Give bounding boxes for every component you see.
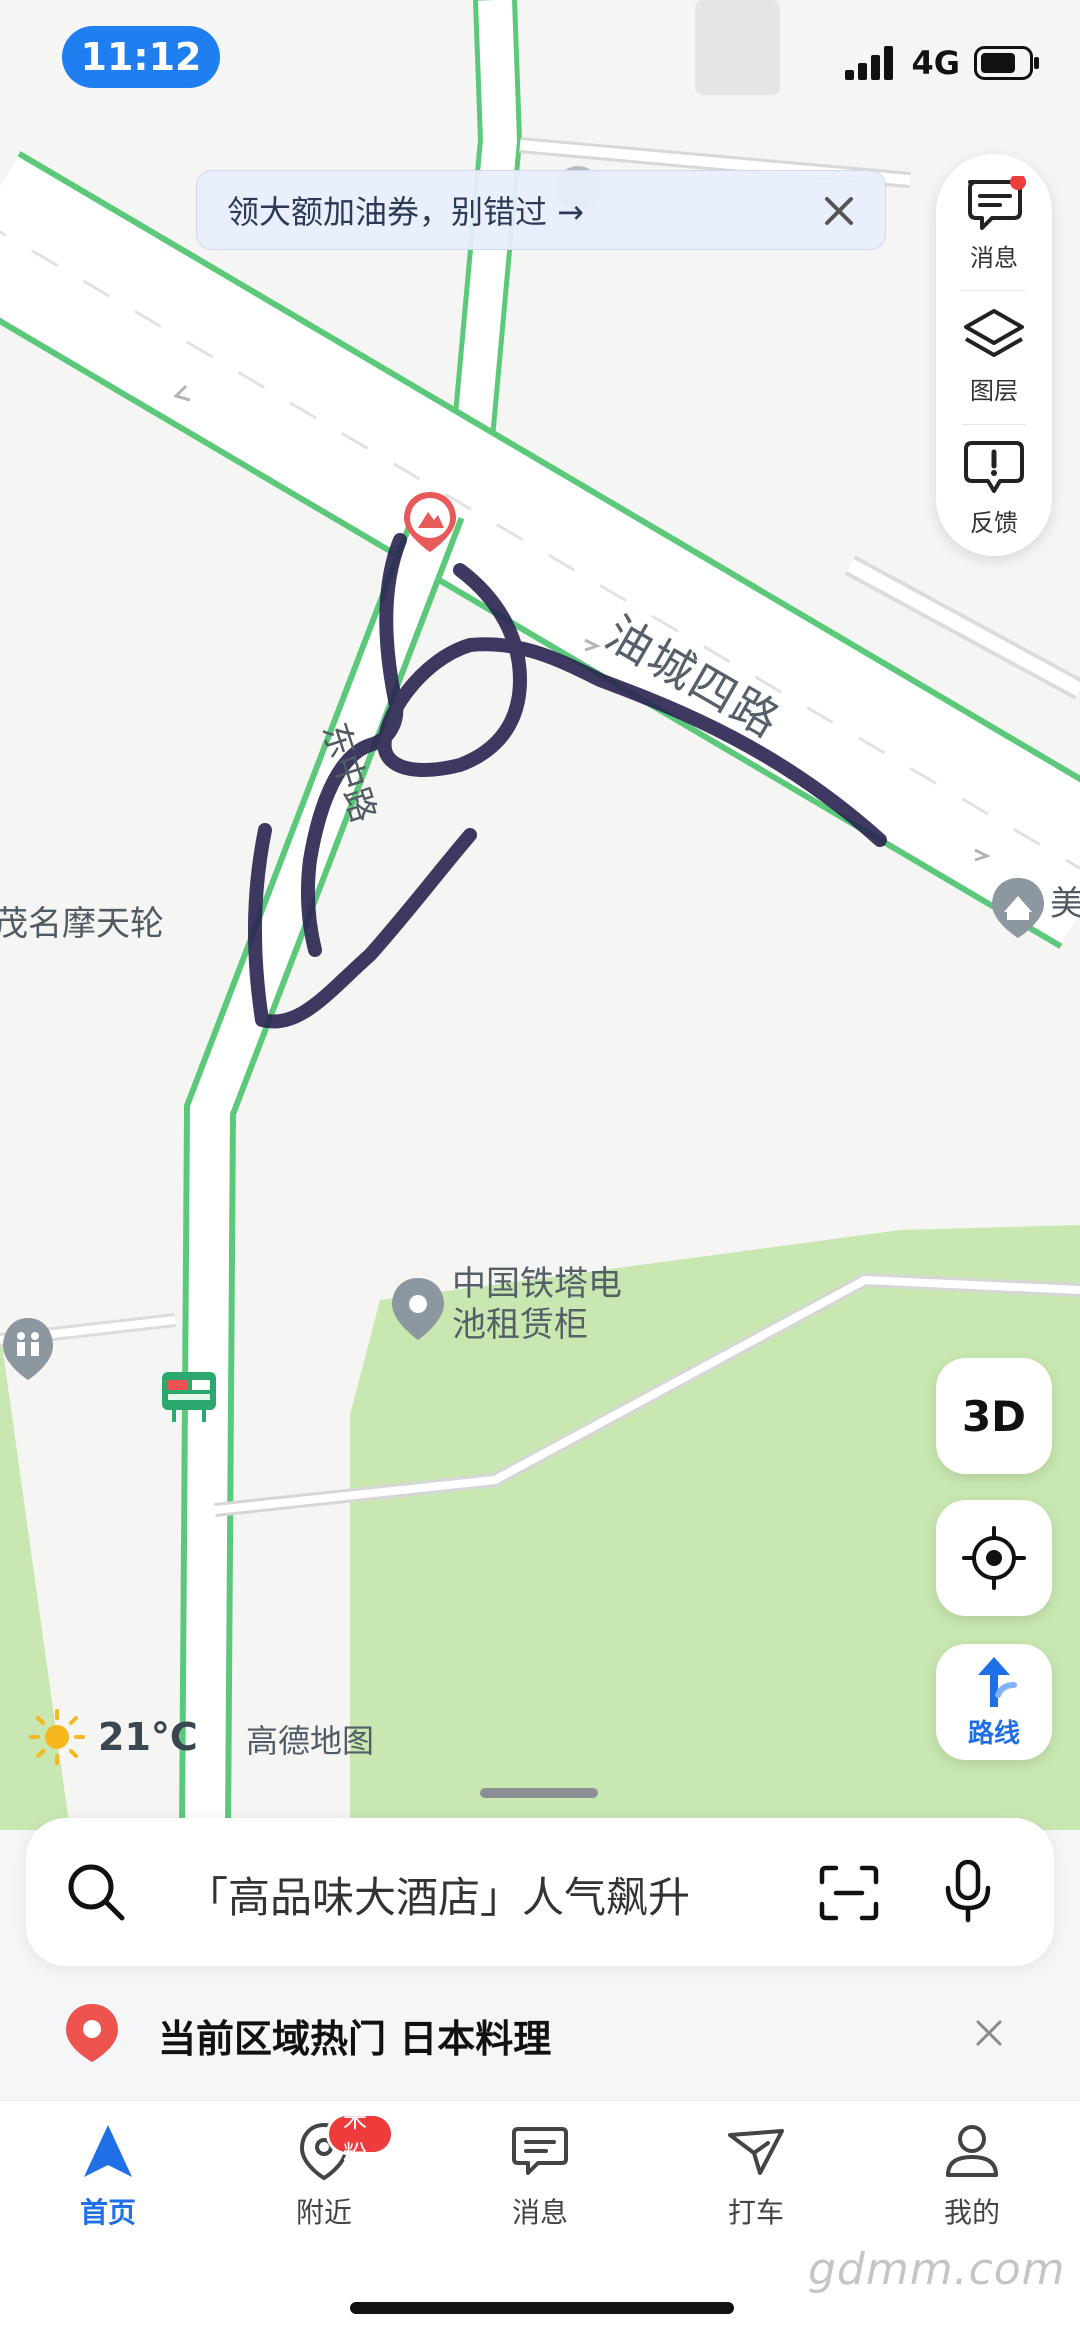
tool-feedback[interactable]: 反馈 [936, 426, 1052, 550]
network-label: 4G [911, 44, 960, 82]
locate-icon [962, 1526, 1026, 1590]
home-indicator[interactable] [350, 2302, 734, 2314]
tool-label: 反馈 [970, 508, 1018, 537]
tab-taxi[interactable]: 打车 [686, 2121, 826, 2251]
tool-layers[interactable]: 图层 [936, 294, 1052, 418]
tab-label: 消息 [511, 2196, 568, 2229]
dismiss-icon[interactable] [972, 2016, 1006, 2050]
route-button[interactable]: 路线 [936, 1644, 1052, 1760]
tab-home[interactable]: 首页 [38, 2121, 178, 2251]
poi-label-right[interactable]: 美 [1050, 884, 1080, 925]
tab-badge: 米粉 [326, 2105, 394, 2168]
restroom-marker[interactable] [3, 1318, 53, 1380]
feedback-icon [964, 440, 1024, 493]
user-icon [946, 2125, 998, 2177]
building-block [695, 0, 780, 95]
divider [962, 290, 1026, 291]
microphone-icon[interactable] [938, 1858, 998, 1926]
tab-profile[interactable]: 我的 [902, 2121, 1042, 2251]
scan-icon[interactable] [818, 1864, 880, 1922]
tab-label: 附近 [295, 2196, 352, 2229]
map-tool-panel: 消息 图层 反馈 [936, 154, 1052, 556]
tab-label: 打车 [727, 2196, 784, 2229]
poi-label-tower[interactable]: 中国铁塔电池租赁柜 [452, 1264, 642, 1346]
hot-area-row[interactable]: 当前区域热门 日本料理 [0, 1988, 1080, 2078]
navigation-arrow-icon [84, 2125, 132, 2177]
battery-icon [974, 46, 1039, 80]
sun-icon [29, 1709, 85, 1765]
status-indicators: 4G [845, 44, 1040, 82]
message-icon [512, 2127, 568, 2175]
tool-label: 图层 [970, 376, 1018, 405]
close-icon[interactable] [815, 187, 863, 235]
divider [962, 424, 1026, 425]
tab-label: 我的 [943, 2196, 1000, 2229]
tab-label: 首页 [79, 2196, 136, 2229]
location-pin-icon [66, 2004, 118, 2062]
route-label: 路线 [967, 1718, 1020, 1749]
search-bar[interactable]: 「高品味大酒店」人气飙升 [26, 1818, 1054, 1966]
hot-area-text: 当前区域热门 日本料理 [158, 2017, 552, 2061]
message-icon [968, 175, 1026, 230]
tool-label: 消息 [970, 243, 1018, 272]
map-view[interactable]: 油城四路 东中路 茂名摩天轮 中国铁塔电池租赁柜 美 [0, 0, 1080, 1830]
temperature: 21°C [98, 1715, 198, 1759]
promo-text: 领大额加油券，别错过 → [227, 193, 584, 231]
tool-messages[interactable]: 消息 [936, 162, 1052, 286]
tab-nearby[interactable]: 附近 米粉 [254, 2105, 394, 2251]
sheet-drag-handle[interactable] [480, 1788, 598, 1798]
unread-dot [1010, 175, 1026, 190]
signal-icon [845, 46, 894, 80]
brand-watermark: 高德地图 [246, 1722, 375, 1760]
route-arrow-icon [978, 1656, 1017, 1707]
3d-label: 3D [961, 1391, 1027, 1441]
tab-messages[interactable]: 消息 [470, 2121, 610, 2251]
search-icon [68, 1864, 125, 1921]
locate-button[interactable] [936, 1500, 1052, 1616]
search-placeholder: 「高品味大酒店」人气飙升 [186, 1873, 691, 1922]
taxi-icon [728, 2129, 784, 2175]
status-time: 11:12 [62, 26, 220, 88]
site-watermark: gdmm.com [808, 2244, 1066, 2295]
promo-banner[interactable]: 领大额加油券，别错过 → [196, 170, 886, 250]
layers-icon [964, 308, 1024, 357]
3d-button[interactable]: 3D [936, 1358, 1052, 1474]
poi-label-ferris-wheel[interactable]: 茂名摩天轮 [0, 904, 164, 945]
weather-widget[interactable]: 21°C [28, 1708, 198, 1766]
